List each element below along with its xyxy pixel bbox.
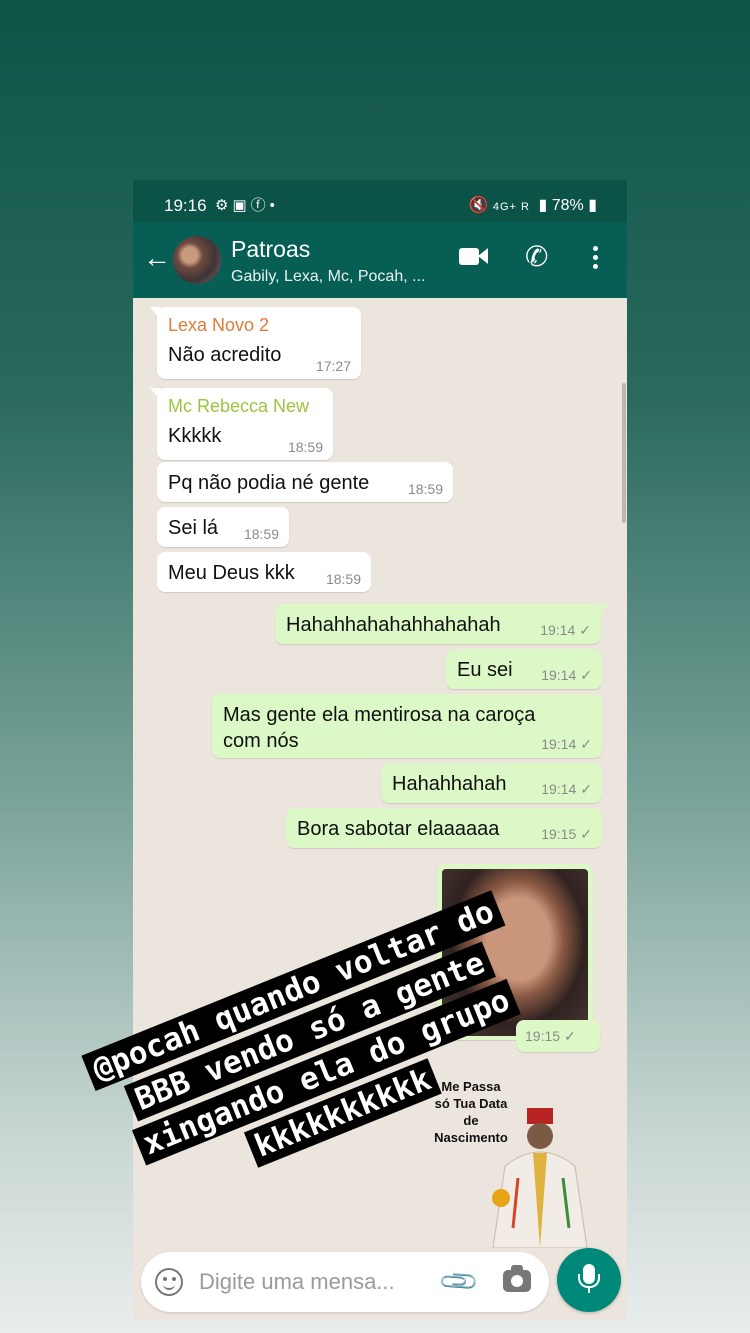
message-text: Pq não podia né gente xyxy=(168,472,370,494)
message-time-status: 19:14 ✓ xyxy=(541,667,592,684)
status-time: 19:16 xyxy=(164,196,207,215)
sent-check-icon: ✓ xyxy=(579,622,591,638)
camera-icon[interactable] xyxy=(503,1265,531,1292)
message-time: 19:14 xyxy=(541,736,577,752)
mute-icon: 🔇 xyxy=(468,197,489,214)
message-incoming[interactable]: Sei lá 18:59 xyxy=(157,507,289,547)
message-outgoing[interactable]: Eu sei 19:14 ✓ xyxy=(446,649,602,689)
signal-icon: ▮ xyxy=(538,197,548,214)
voice-call-icon[interactable]: ✆ xyxy=(525,240,548,273)
message-time-status: 19:14 ✓ xyxy=(540,622,591,639)
group-members[interactable]: Gabily, Lexa, Mc, Pocah, ... xyxy=(231,268,425,286)
voice-record-button[interactable] xyxy=(557,1248,621,1312)
status-bar: 19:16 ⚙▣ⓕ• 🔇 4G+ R ▮ 78% ▮ xyxy=(133,180,627,222)
message-time: 18:59 xyxy=(325,571,361,587)
message-time-status: 19:15 ✓ xyxy=(541,826,592,843)
sent-check-icon: ✓ xyxy=(580,736,592,752)
message-incoming[interactable]: Pq não podia né gente 18:59 xyxy=(157,462,453,502)
microphone-icon xyxy=(578,1264,600,1293)
sticker-figure xyxy=(492,1108,588,1248)
message-input[interactable]: Digite uma mensa... xyxy=(199,1269,395,1295)
message-incoming[interactable]: Meu Deus kkk 18:59 xyxy=(157,552,371,592)
emoji-icon[interactable] xyxy=(155,1268,183,1296)
sent-check-icon: ✓ xyxy=(580,667,592,683)
message-time-status: 19:14 ✓ xyxy=(541,736,592,753)
message-time: 18:59 xyxy=(407,481,443,497)
sender-name: Mc Rebecca New xyxy=(168,396,310,416)
message-time: 17:27 xyxy=(315,358,351,374)
message-time-status: 19:14 ✓ xyxy=(541,781,592,798)
message-time: 19:14 xyxy=(541,667,577,683)
chat-header: ← Patroas Gabily, Lexa, Mc, Pocah, ... ✆ xyxy=(133,222,627,298)
message-outgoing[interactable]: Hahahhahahahhahahah 19:14 ✓ xyxy=(275,604,608,644)
message-time: 19:14 xyxy=(541,781,577,797)
message-outgoing[interactable]: Hahahhahah 19:14 ✓ xyxy=(381,763,602,803)
message-time: 19:15 xyxy=(541,826,577,842)
message-time: 18:59 xyxy=(243,526,279,542)
message-input-bar: Digite uma mensa... 📎 xyxy=(141,1252,549,1312)
message-time: 19:14 xyxy=(540,622,576,638)
battery-icon: ▮ xyxy=(588,197,597,214)
sent-check-icon: ✓ xyxy=(580,781,592,797)
back-arrow-icon[interactable]: ← xyxy=(143,244,171,272)
message-outgoing[interactable]: Bora sabotar elaaaaaa 19:15 ✓ xyxy=(286,808,602,848)
overflow-menu-icon[interactable] xyxy=(593,246,598,273)
status-right: 🔇 4G+ R ▮ 78% ▮ xyxy=(469,195,598,215)
network-indicator: 4G+ R xyxy=(492,201,530,213)
message-outgoing[interactable]: Mas gente ela mentirosa na caroça com nó… xyxy=(212,694,602,758)
message-incoming[interactable]: Mc Rebecca New Kkkkk 18:59 xyxy=(150,388,333,460)
message-time: 18:59 xyxy=(287,439,323,455)
battery-level: 78% xyxy=(551,197,584,214)
group-avatar[interactable] xyxy=(173,236,221,284)
group-title[interactable]: Patroas xyxy=(231,236,310,263)
notification-icons: ⚙▣ⓕ• xyxy=(215,197,279,214)
sent-check-icon: ✓ xyxy=(580,826,592,842)
message-text: Mas gente ela mentirosa na caroça com nó… xyxy=(223,704,536,752)
sticker-message[interactable]: Me Passa só Tua Data de Nascimento xyxy=(423,1078,598,1248)
attach-clip-icon[interactable]: 📎 xyxy=(437,1259,482,1304)
message-incoming[interactable]: Lexa Novo 2 Não acredito 17:27 xyxy=(150,307,361,379)
sender-name: Lexa Novo 2 xyxy=(168,315,270,335)
scrollbar[interactable] xyxy=(622,383,626,523)
